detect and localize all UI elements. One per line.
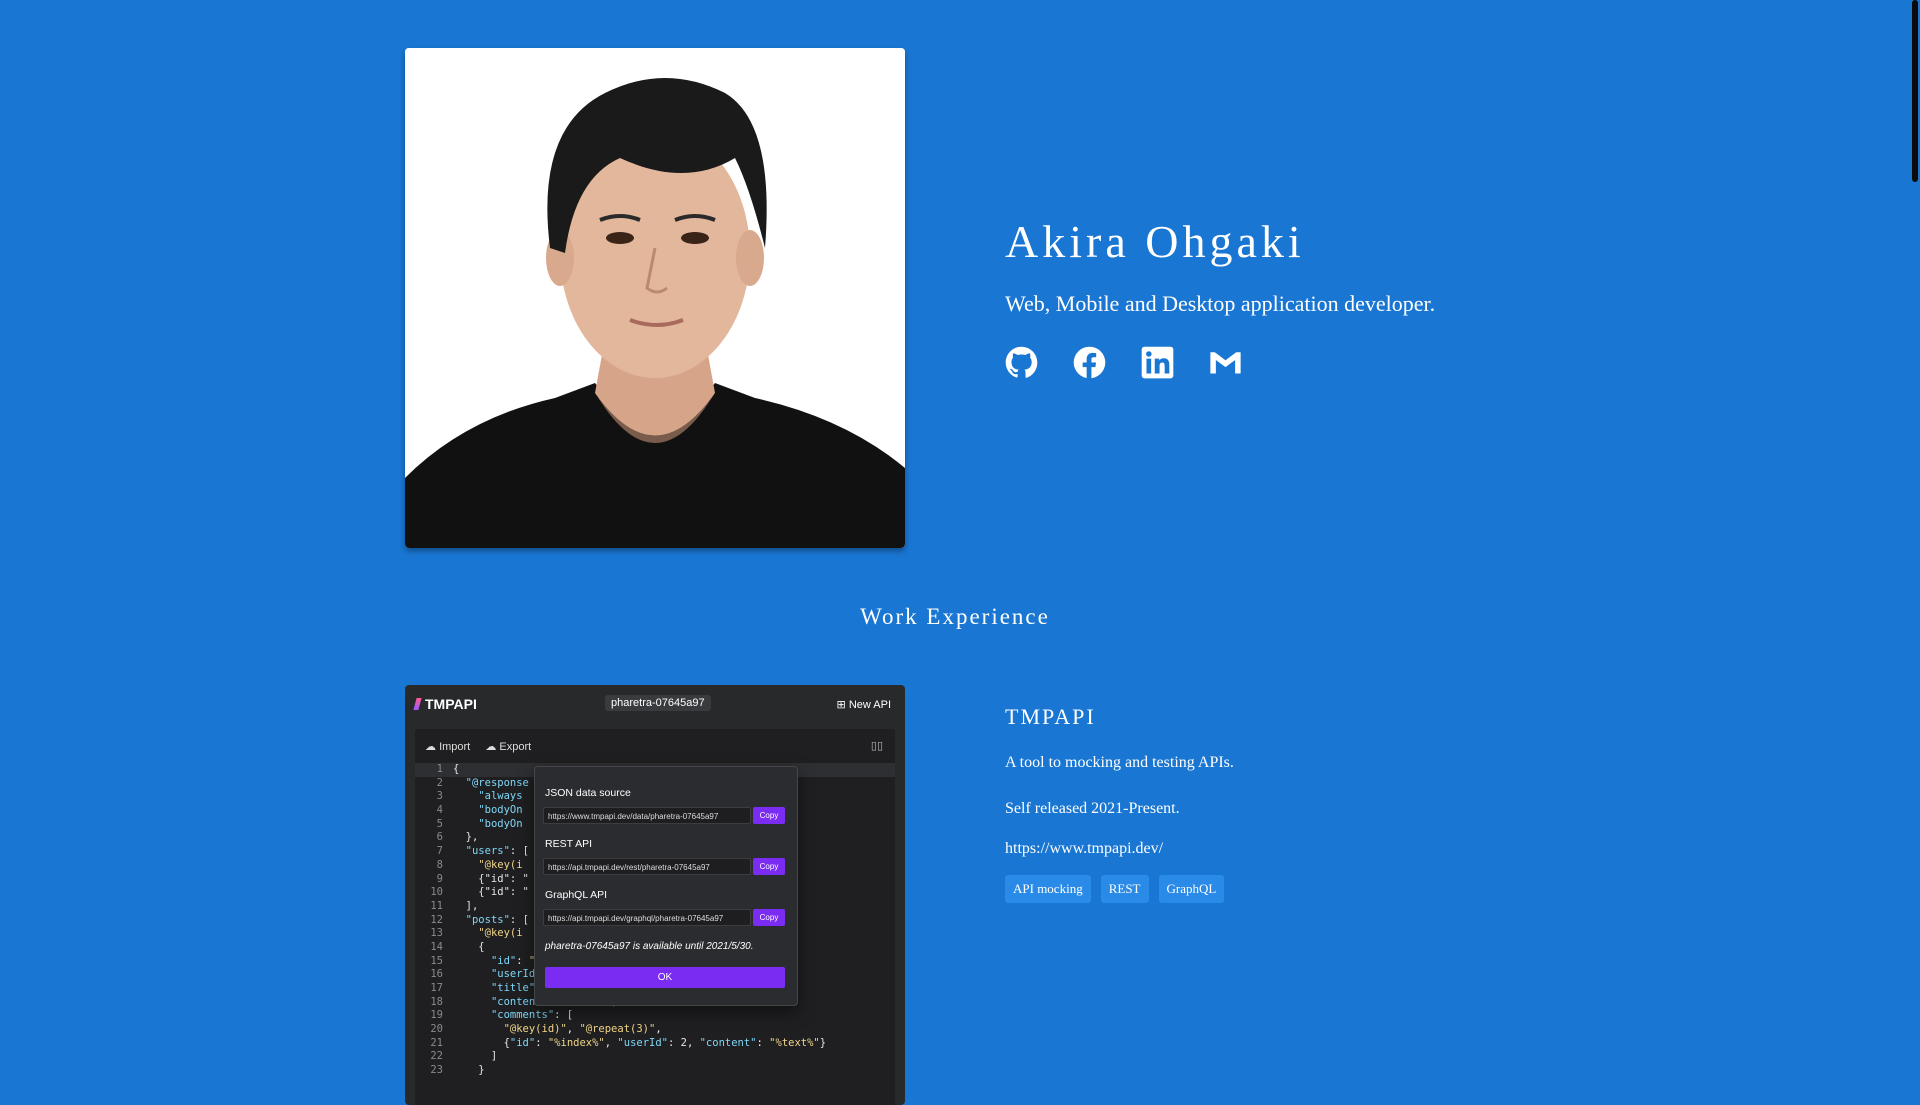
work-description: A tool to mocking and testing APIs.	[1005, 754, 1234, 771]
work-link[interactable]: https://www.tmpapi.dev/	[1005, 837, 1525, 861]
profile-photo	[405, 48, 905, 548]
work-info: TMPAPI A tool to mocking and testing API…	[1005, 701, 1525, 903]
tag-rest: REST	[1100, 875, 1149, 903]
screenshot-toolbar: ☁ Import ☁ Export	[425, 741, 532, 753]
dialog-copy-button: Copy	[753, 858, 785, 875]
screenshot-header: TMPAPI pharetra-07645a97 ⊞ New API	[405, 685, 905, 721]
github-icon[interactable]	[1005, 346, 1038, 379]
work-period: Self released 2021-Present.	[1005, 800, 1180, 817]
dialog-rest-url: https://api.tmpapi.dev/rest/pharetra-076…	[543, 858, 751, 875]
gmail-icon[interactable]	[1209, 346, 1242, 379]
screenshot-logo: TMPAPI	[413, 696, 477, 712]
dialog-json-url: https://www.tmpapi.dev/data/pharetra-076…	[543, 807, 751, 824]
screenshot-dialog: JSON data source https://www.tmpapi.dev/…	[534, 766, 798, 1006]
dialog-graphql-url: https://api.tmpapi.dev/graphql/pharetra-…	[543, 909, 751, 926]
tag-api-mocking: API mocking	[1005, 875, 1091, 903]
scrollbar[interactable]	[1910, 0, 1920, 1080]
dialog-copy-button: Copy	[753, 807, 785, 824]
work-tags: API mocking REST GraphQL	[1005, 875, 1525, 903]
scrollbar-thumb[interactable]	[1912, 0, 1918, 182]
screenshot-editor: ☁ Import ☁ Export ▯▯ 1{ 2 "@response 3 "…	[415, 729, 895, 1105]
profile-tagline: Web, Mobile and Desktop application deve…	[1005, 291, 1436, 316]
facebook-icon[interactable]	[1073, 346, 1106, 379]
work-experience-heading: Work Experience	[860, 604, 1050, 629]
social-links	[1005, 346, 1435, 379]
book-icon: ▯▯	[870, 740, 883, 752]
tag-graphql: GraphQL	[1158, 875, 1225, 903]
work-name: TMPAPI	[1005, 704, 1096, 729]
dialog-availability: pharetra-07645a97 is available until 202…	[545, 941, 754, 952]
dialog-json-label: JSON data source	[545, 787, 631, 799]
profile-info: Akira Ohgaki Web, Mobile and Desktop app…	[1005, 212, 1435, 379]
screenshot-api-id: pharetra-07645a97	[605, 695, 711, 711]
dialog-rest-label: REST API	[545, 838, 593, 850]
dialog-ok-button: OK	[545, 967, 785, 988]
tmpapi-screenshot: TMPAPI pharetra-07645a97 ⊞ New API ☁ Imp…	[405, 685, 905, 1105]
screenshot-new-api: ⊞ New API	[836, 699, 891, 711]
profile-name: Akira Ohgaki	[1005, 216, 1305, 267]
dialog-copy-button: Copy	[753, 909, 785, 926]
dialog-graphql-label: GraphQL API	[545, 889, 608, 901]
linkedin-icon[interactable]	[1141, 346, 1174, 379]
